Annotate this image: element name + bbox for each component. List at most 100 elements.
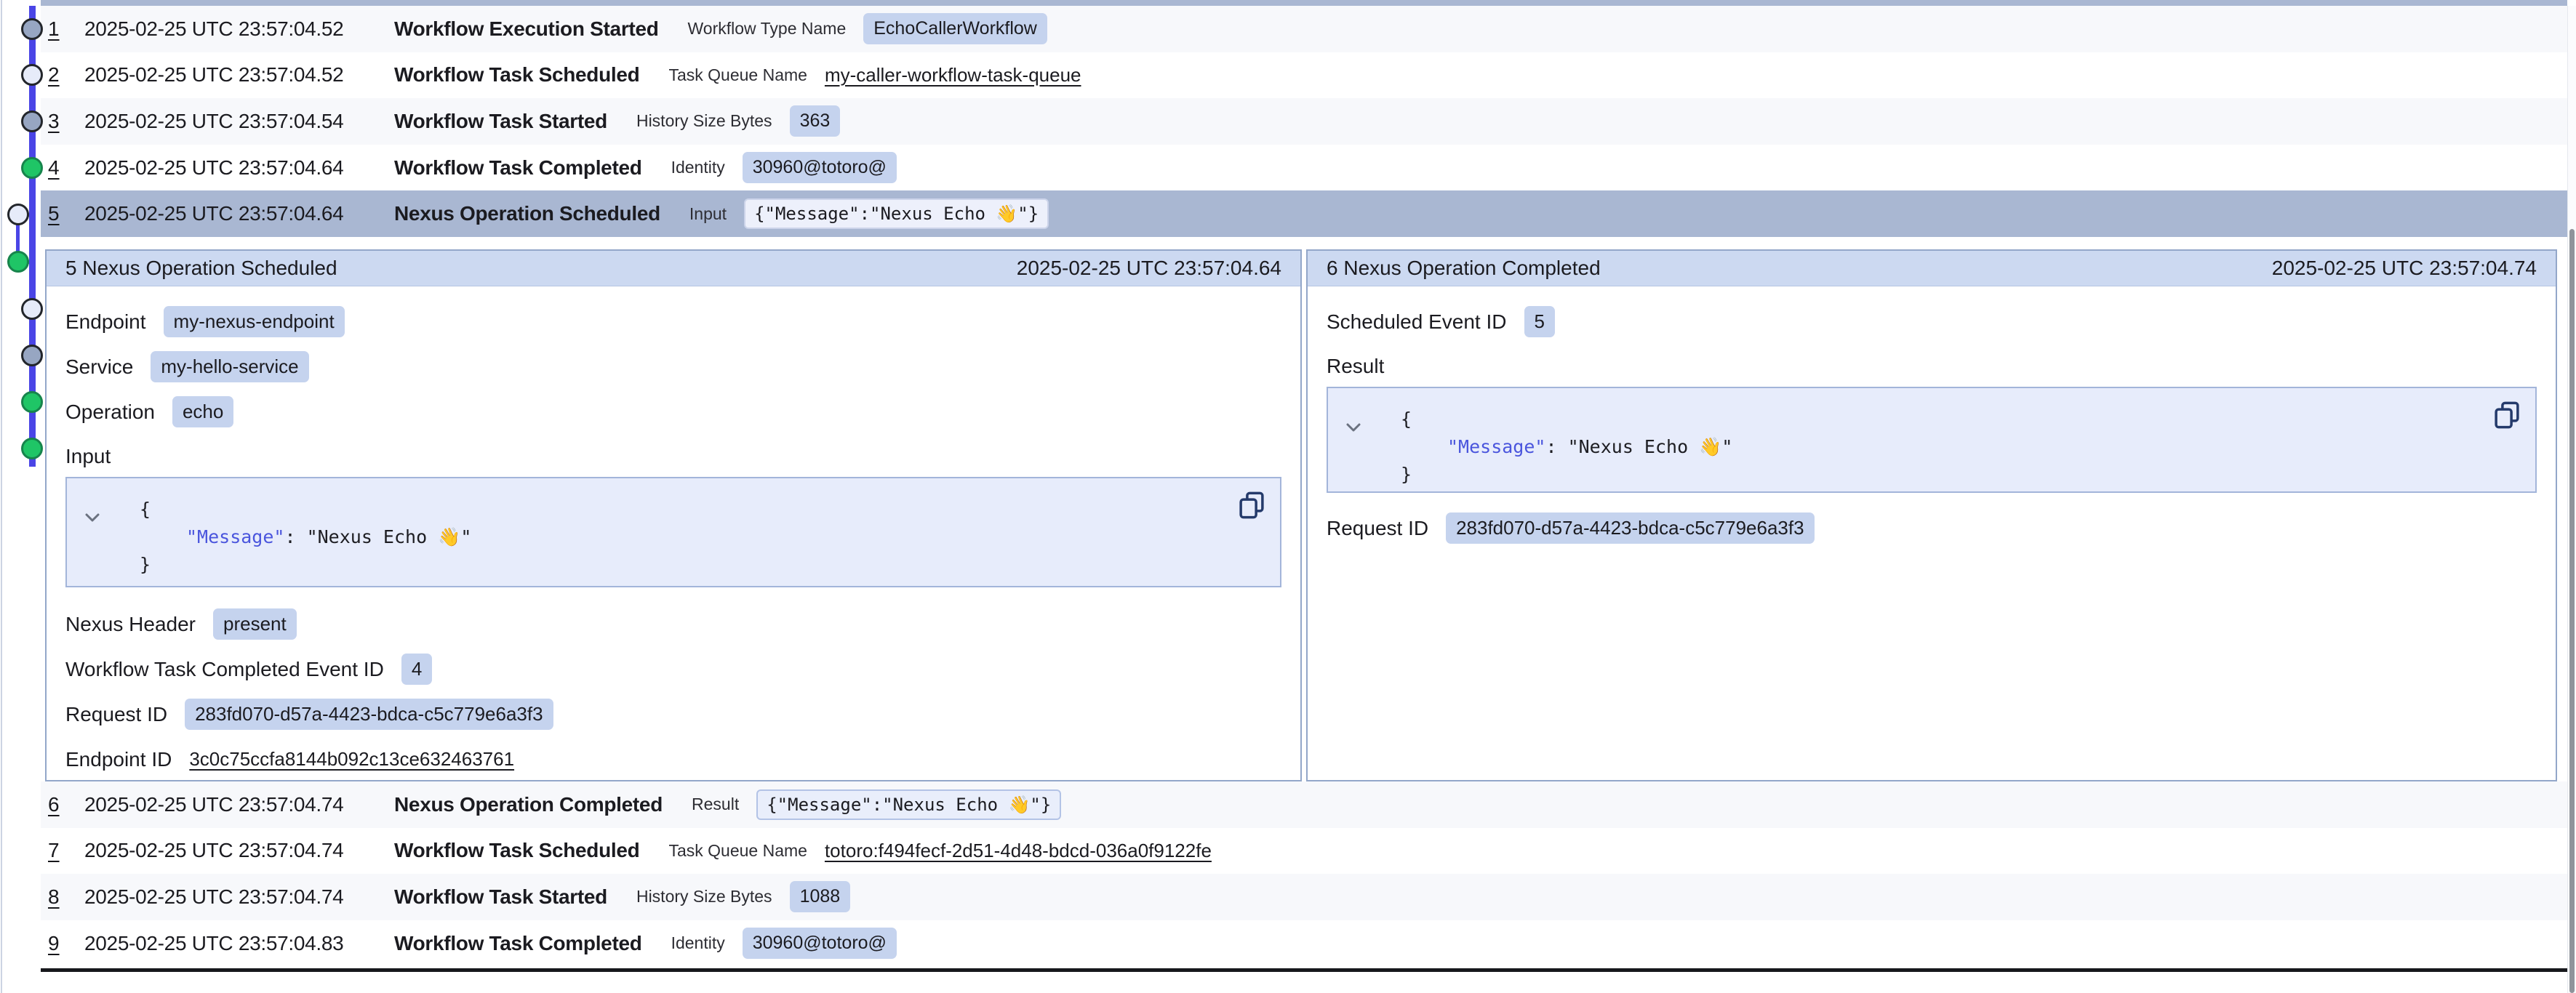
event-row-3[interactable]: 3 2025-02-25 UTC 23:57:04.54Workflow Task…	[41, 98, 2567, 145]
panel-header: 5 Nexus Operation Scheduled 2025-02-25 U…	[47, 251, 1300, 286]
timeline-event-dot-9[interactable]	[21, 391, 43, 413]
panel-header: 6 Nexus Operation Completed 2025-02-25 U…	[1308, 251, 2556, 286]
event-row-6[interactable]: 6 2025-02-25 UTC 23:57:04.74Nexus Operati…	[41, 781, 2567, 828]
event-attribute-badge: 1088	[790, 881, 851, 912]
event-attribute-label: Result	[692, 795, 739, 814]
field-label: Scheduled Event ID	[1327, 310, 1507, 334]
field-label: Endpoint	[65, 310, 146, 334]
field-workflow-task-completed-event-id: Workflow Task Completed Event ID 4	[65, 653, 1281, 686]
event-id-link[interactable]: 7	[48, 839, 74, 862]
input-json-viewer: { "Message": "Nexus Echo 👋" }	[65, 477, 1281, 587]
timeline-event-dot-10[interactable]	[21, 438, 43, 459]
event-rows-bottom: 62025-02-25 UTC 23:57:04.74Nexus Operati…	[41, 781, 2567, 966]
event-id-link[interactable]: 2	[48, 63, 74, 87]
vertical-scrollbar[interactable]	[2567, 6, 2576, 993]
event-row-4[interactable]: 42025-02-25 UTC 23:57:04.64Workflow Task…	[41, 145, 2567, 191]
field-label: Workflow Task Completed Event ID	[65, 658, 384, 681]
event-timestamp: 2025-02-25 UTC 23:57:04.52	[84, 63, 394, 87]
event-timestamp: 2025-02-25 UTC 23:57:04.83	[84, 932, 394, 955]
event-attribute-label: Input	[689, 204, 727, 224]
event-row-5[interactable]: 52025-02-25 UTC 23:57:04.64Nexus Operati…	[41, 190, 2567, 237]
event-name: Workflow Task Scheduled	[394, 839, 639, 862]
field-request-id: Request ID 283fd070-d57a-4423-bdca-c5c77…	[65, 698, 1281, 731]
chevron-down-icon[interactable]	[84, 503, 100, 531]
timeline-event-dot-1[interactable]	[21, 18, 43, 40]
panel-body: Endpoint my-nexus-endpoint Service my-he…	[47, 286, 1300, 781]
json-colon: :	[284, 526, 306, 547]
field-value-badge: my-hello-service	[151, 351, 308, 382]
event-name: Workflow Execution Started	[394, 17, 659, 41]
timeline-event-dot-2[interactable]	[21, 64, 43, 86]
event-name: Workflow Task Started	[394, 885, 607, 909]
copy-icon[interactable]	[2492, 400, 2522, 430]
field-label: Nexus Header	[65, 613, 196, 636]
field-label: Request ID	[1327, 517, 1428, 540]
timeline-event-dot-6[interactable]	[7, 251, 29, 273]
event-timestamp: 2025-02-25 UTC 23:57:04.54	[84, 110, 394, 133]
event-attribute-link[interactable]: my-caller-workflow-task-queue	[825, 64, 1081, 87]
json-line-open: {	[1401, 406, 2516, 433]
event-timestamp: 2025-02-25 UTC 23:57:04.74	[84, 793, 394, 816]
event-row-2[interactable]: 2 2025-02-25 UTC 23:57:04.52Workflow Task…	[41, 52, 2567, 99]
json-line-close: }	[140, 551, 1261, 579]
endpoint-id-link[interactable]: 3c0c75ccfa8144b092c13ce632463761	[189, 748, 514, 771]
event-rows-top: 1 2025-02-25 UTC 23:57:04.52Workflow Exec…	[41, 6, 2567, 237]
timeline-event-dot-7[interactable]	[21, 298, 43, 320]
timeline-event-dot-3[interactable]	[21, 110, 43, 132]
event-attribute-label: Identity	[671, 158, 725, 177]
event-attribute-badge: 30960@totoro@	[743, 928, 897, 959]
copy-icon[interactable]	[1236, 490, 1267, 520]
panel-title: 6 Nexus Operation Completed	[1327, 257, 1601, 280]
field-scheduled-event-id: Scheduled Event ID 5	[1327, 305, 2537, 339]
event-id-link[interactable]: 8	[48, 885, 74, 909]
timeline-event-dot-4[interactable]	[21, 157, 43, 179]
chevron-down-icon[interactable]	[1345, 413, 1361, 441]
field-label: Endpoint ID	[65, 748, 172, 771]
field-label: Operation	[65, 401, 155, 424]
event-id-link[interactable]: 1	[48, 17, 74, 41]
event-id-link[interactable]: 6	[48, 793, 74, 816]
field-nexus-header: Nexus Header present	[65, 608, 1281, 641]
field-request-id: Request ID 283fd070-d57a-4423-bdca-c5c77…	[1327, 512, 2537, 545]
json-key: "Message"	[186, 526, 284, 547]
event-id-link[interactable]: 4	[48, 156, 74, 180]
panel-body: Scheduled Event ID 5 Result { "Message":…	[1308, 286, 2556, 557]
field-value-badge: present	[213, 608, 297, 640]
event-id-link[interactable]: 9	[48, 932, 74, 955]
event-name: Workflow Task Started	[394, 110, 607, 133]
event-timestamp: 2025-02-25 UTC 23:57:04.64	[84, 156, 394, 180]
scrollbar-thumb[interactable]	[2569, 229, 2575, 993]
event-detail-panel-scheduled: 5 Nexus Operation Scheduled 2025-02-25 U…	[45, 249, 1302, 781]
event-attribute-badge: 363	[790, 105, 841, 137]
field-service: Service my-hello-service	[65, 350, 1281, 384]
event-name: Workflow Task Scheduled	[394, 63, 639, 87]
event-detail-panels: 5 Nexus Operation Scheduled 2025-02-25 U…	[45, 249, 2557, 781]
event-attribute-json-chip: {"Message":"Nexus Echo 👋"}	[756, 789, 1061, 820]
event-id-link[interactable]: 3	[48, 110, 74, 133]
event-row-8[interactable]: 8 2025-02-25 UTC 23:57:04.74Workflow Task…	[41, 874, 2567, 920]
timeline-event-dot-8[interactable]	[21, 345, 43, 366]
timeline-event-dot-5[interactable]	[7, 204, 29, 225]
event-attribute-label: Task Queue Name	[668, 841, 807, 861]
table-header-sliver	[41, 0, 2567, 6]
result-json-viewer: { "Message": "Nexus Echo 👋" }	[1327, 387, 2537, 493]
event-name: Workflow Task Completed	[394, 932, 642, 955]
event-row-9[interactable]: 9 2025-02-25 UTC 23:57:04.83Workflow Task…	[41, 920, 2567, 967]
field-endpoint: Endpoint my-nexus-endpoint	[65, 305, 1281, 339]
event-timestamp: 2025-02-25 UTC 23:57:04.52	[84, 17, 394, 41]
event-name: Nexus Operation Completed	[394, 793, 663, 816]
event-attribute-link[interactable]: totoro:f494fecf-2d51-4d48-bdcd-036a0f912…	[825, 840, 1212, 862]
field-value-badge: my-nexus-endpoint	[164, 306, 345, 337]
json-key: "Message"	[1447, 436, 1545, 457]
panel-title: 5 Nexus Operation Scheduled	[65, 257, 337, 280]
event-attribute-label: Identity	[671, 933, 725, 953]
event-row-7[interactable]: 72025-02-25 UTC 23:57:04.74Workflow Task…	[41, 828, 2567, 875]
result-section-label: Result	[1327, 350, 2537, 378]
workflow-history-page: { "palette": { "line": "#4a45e6", "green…	[0, 0, 2576, 993]
event-attribute-label: Workflow Type Name	[688, 19, 847, 39]
event-row-1[interactable]: 1 2025-02-25 UTC 23:57:04.52Workflow Exec…	[41, 6, 2567, 52]
event-attribute-json-chip: {"Message":"Nexus Echo 👋"}	[744, 198, 1049, 229]
json-line-open: {	[140, 496, 1261, 523]
event-timestamp: 2025-02-25 UTC 23:57:04.74	[84, 885, 394, 909]
event-id-link[interactable]: 5	[48, 202, 74, 225]
